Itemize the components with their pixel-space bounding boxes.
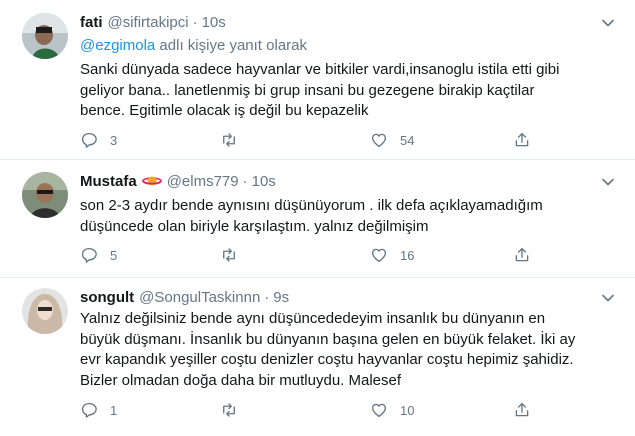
reply-icon (81, 132, 97, 148)
share-icon (515, 132, 529, 147)
avatar[interactable] (22, 172, 68, 218)
like-button[interactable]: 16 (370, 245, 414, 265)
tweet-text: Sanki dünyada sadece hayvanlar ve bitkil… (80, 60, 620, 122)
user-handle[interactable]: @SongulTaskinnn (139, 289, 260, 306)
chevron-down-icon[interactable] (601, 175, 615, 189)
heart-icon (371, 403, 387, 418)
reply-icon (81, 247, 97, 263)
separator-dot: · (242, 172, 248, 190)
tweet-actions: 3 54 (80, 130, 540, 150)
reply-context-label: adlı kişiye yanıt olarak (155, 37, 308, 54)
tweet-text: son 2-3 aydır bende aynısını düşünüyorum… (80, 196, 620, 237)
retweet-icon (223, 248, 235, 262)
tweet-text-line: düşüncede olan biriyle karşılaştım. yaln… (80, 217, 429, 235)
like-button[interactable]: 10 (370, 400, 414, 420)
user-handle[interactable]: @elms779 (167, 173, 239, 190)
tweet-text-line: Sanki dünyada sadece hayvanlar ve bitkil… (80, 61, 560, 78)
reply-button[interactable]: 3 (80, 130, 117, 150)
reply-count: 1 (110, 402, 118, 418)
tweet-header: fati @sifirtakipci · 10s (80, 12, 226, 32)
separator-dot: · (192, 13, 198, 31)
heart-icon (371, 248, 387, 263)
reply-count: 3 (110, 132, 118, 148)
like-button[interactable]: 54 (370, 130, 414, 150)
like-count: 54 (400, 132, 415, 148)
timestamp[interactable]: 10s (252, 173, 276, 190)
tweet-text-line: Yalnız değilsiniz bende aynı düşüncedede… (80, 310, 546, 327)
heart-icon (371, 133, 387, 148)
share-button[interactable] (513, 245, 531, 265)
share-button[interactable] (513, 400, 531, 420)
tweet-card[interactable]: fati @sifirtakipci · 10s @ezgimola adlı … (0, 0, 635, 160)
tweet-card[interactable]: Mustafa @elms779 · 10s son 2-3 aydır ben… (0, 160, 635, 278)
tweet-text-line: büyük düşmanı. İnsanlık bu dünyanın başı… (80, 330, 576, 348)
planet-emoji-icon (141, 174, 162, 188)
avatar[interactable] (22, 13, 68, 59)
tweet-text-line: evr kapandık yeşiller coştu denizler coş… (80, 351, 574, 368)
retweet-icon (223, 133, 235, 147)
like-count: 16 (400, 247, 415, 263)
user-handle[interactable]: @sifirtakipci (108, 14, 189, 31)
tweet-text-line: son 2-3 aydır bende aynısını düşünüyorum… (80, 197, 543, 214)
display-name[interactable]: Mustafa (80, 173, 137, 190)
reply-icon (81, 402, 97, 418)
display-name[interactable]: songult (80, 289, 134, 306)
separator-dot: · (264, 288, 270, 306)
display-name[interactable]: fati (80, 14, 103, 31)
chevron-down-icon[interactable] (601, 291, 615, 305)
reply-button[interactable]: 5 (80, 245, 117, 265)
chevron-down-icon[interactable] (601, 16, 615, 30)
tweet-text-line: bence. Egitimle olacak iş değil bu kepaz… (80, 102, 369, 119)
like-count: 10 (400, 402, 415, 418)
timestamp[interactable]: 9s (273, 289, 289, 306)
share-button[interactable] (513, 130, 531, 150)
avatar[interactable] (22, 288, 68, 334)
tweet-actions: 1 10 (80, 400, 540, 420)
mention-link[interactable]: @ezgimola (80, 37, 155, 54)
retweet-button[interactable] (220, 130, 250, 150)
tweet-text-line: geliyor bana.. lanetlenmiş bi grup insan… (80, 81, 535, 99)
reply-count: 5 (110, 247, 118, 263)
tweet-header: songult @SongulTaskinnn · 9s (80, 287, 289, 307)
reply-button[interactable]: 1 (80, 400, 117, 420)
tweet-card[interactable]: songult @SongulTaskinnn · 9s Yalnız deği… (0, 278, 635, 436)
retweet-icon (223, 403, 235, 417)
tweet-text-line: Bizler olmadan doğa daha bir mutluydu. M… (80, 371, 402, 389)
timestamp[interactable]: 10s (202, 14, 226, 31)
retweet-button[interactable] (220, 245, 250, 265)
reply-context: @ezgimola adlı kişiye yanıt olarak (80, 37, 307, 54)
share-icon (515, 402, 529, 417)
tweet-header: Mustafa @elms779 · 10s (80, 171, 276, 191)
tweet-actions: 5 16 (80, 245, 540, 265)
share-icon (515, 247, 529, 262)
retweet-button[interactable] (220, 400, 250, 420)
tweet-text: Yalnız değilsiniz bende aynı düşüncedede… (80, 309, 620, 391)
